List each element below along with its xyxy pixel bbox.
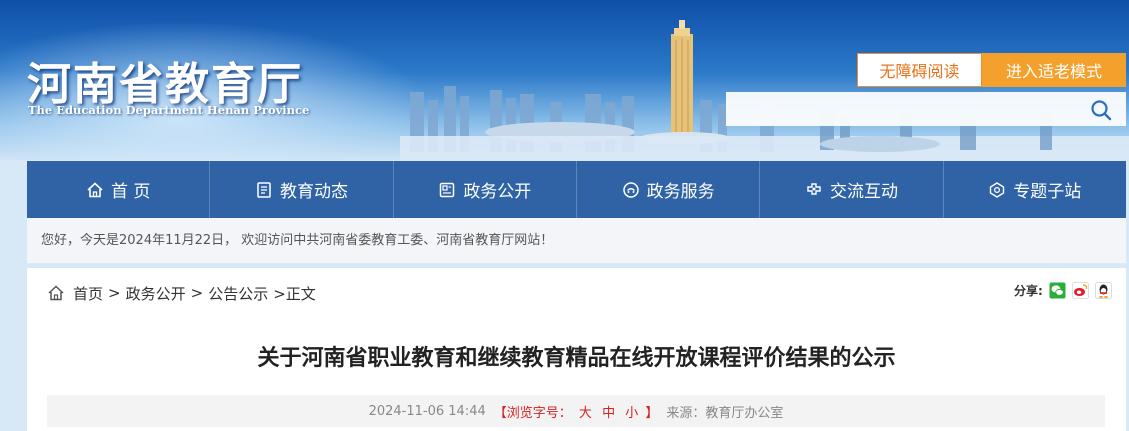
main-nav: 首 页 教育动态 政务公开 政务服务 交流互动 专题子站 [27,161,1126,218]
qq-icon[interactable] [1094,282,1112,299]
share-bar: 分享: [1014,282,1112,299]
elder-mode-button[interactable]: 进入适老模式 [982,53,1126,87]
nav-item-gov-affairs[interactable]: 政务公开 [394,161,577,218]
nav-item-news[interactable]: 教育动态 [210,161,394,218]
article-meta: 2024-11-06 14:44 【浏览字号： 大 中 小 】 来源：教育厅办公… [47,395,1105,427]
font-size-large[interactable]: 大 [579,406,592,421]
nav-item-topics[interactable]: 专题子站 [944,161,1126,218]
breadcrumb-current: >正文 [273,284,316,303]
wechat-icon[interactable] [1049,282,1066,299]
font-size-prefix: 【浏览字号： [493,405,572,421]
font-size-selector: 【浏览字号： 大 中 小 】 [494,402,659,421]
breadcrumb-separator: > [108,284,121,302]
font-size-medium[interactable]: 中 [602,406,615,421]
search-box [726,92,1126,126]
breadcrumb-home-icon [48,285,64,301]
nav-label-topics: 专题子站 [1013,182,1082,202]
breadcrumb-announcements[interactable]: 公告公示 [208,283,268,304]
accessible-reading-button[interactable]: 无障碍阅读 [857,53,982,87]
search-icon[interactable] [1090,99,1112,121]
nav-item-gov-service[interactable]: 政务服务 [577,161,761,218]
article-title: 关于河南省职业教育和继续教育精品在线开放课程评价结果的公示 [257,346,896,371]
font-size-suffix: 】 [645,405,659,421]
news-icon [257,181,271,198]
breadcrumb-separator: > [190,284,204,302]
nav-label-home: 首 页 [110,182,151,202]
nav-label-gov-service: 政务服务 [646,182,715,202]
nav-label-interaction: 交流互动 [829,182,898,202]
welcome-bar: 您好，今天是2024年11月22日， 欢迎访问中共河南省委教育工委、河南省教育厅… [27,218,1126,264]
nav-item-interaction[interactable]: 交流互动 [760,161,944,218]
service-icon [622,181,639,198]
topic-icon [990,181,1005,198]
breadcrumb-home[interactable]: 首页 [73,283,103,304]
search-input[interactable] [726,92,1086,126]
nav-item-home[interactable]: 首 页 [27,161,211,218]
share-label: 分享: [1014,284,1043,298]
interaction-icon [807,182,821,195]
font-size-small[interactable]: 小 [625,406,638,421]
document-icon [440,182,455,197]
breadcrumb: 首页 > 政务公开 > 公告公示 >正文 [47,282,316,304]
breadcrumb-gov-affairs[interactable]: 政务公开 [126,283,186,304]
header-banner: 河南省教育厅 The Education Department Henan Pr… [0,0,1129,160]
article-container: 首页 > 政务公开 > 公告公示 >正文 分享: 关于河南省职业教育和继续教育精… [27,268,1126,431]
weibo-icon[interactable] [1071,282,1089,299]
nav-label-news: 教育动态 [279,182,348,202]
site-logo-subtitle: The Education Department Henan Province [28,103,310,117]
article-source: 来源：教育厅办公室 [666,405,784,421]
home-icon [87,181,103,197]
city-skyline-image [400,20,1129,160]
nav-label-gov-affairs: 政务公开 [463,182,532,202]
article-date: 2024-11-06 14:44 [368,403,486,419]
